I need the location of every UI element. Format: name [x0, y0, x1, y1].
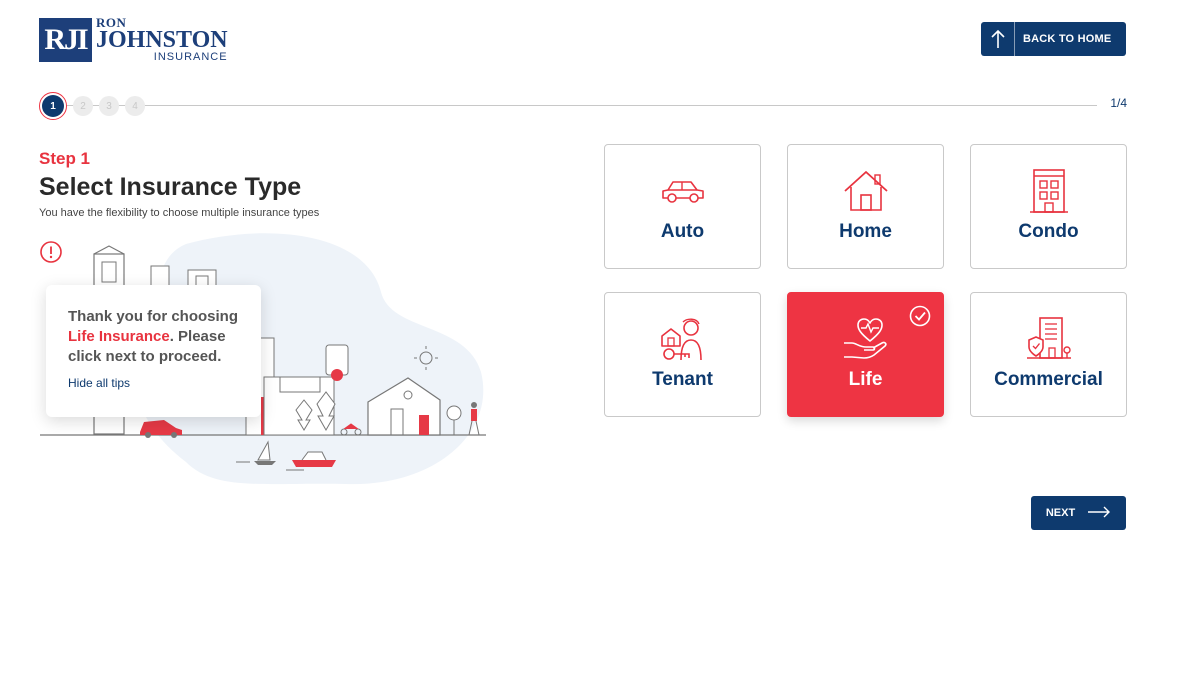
- checkmark-circle-icon: [909, 305, 931, 327]
- page-title: Select Insurance Type: [39, 173, 302, 201]
- page-subtitle: You have the flexibility to choose multi…: [39, 207, 320, 219]
- step-dot-1: 1: [39, 92, 67, 120]
- step-label: Step 1: [39, 149, 91, 168]
- progress-track: [59, 105, 1097, 106]
- back-to-home-label: BACK TO HOME: [1023, 33, 1112, 45]
- commercial-icon: [1025, 315, 1073, 363]
- card-label: Home: [839, 221, 892, 242]
- arrow-right-icon: [1087, 506, 1111, 521]
- heart-hand-icon: [842, 315, 890, 363]
- insurance-card-tenant[interactable]: Tenant: [604, 292, 761, 417]
- next-button[interactable]: NEXT: [1031, 496, 1126, 530]
- insurance-card-home[interactable]: Home: [787, 144, 944, 269]
- step-dot-4: 4: [125, 96, 145, 116]
- car-icon: [659, 167, 707, 215]
- insurance-card-life[interactable]: Life: [787, 292, 944, 417]
- logo-insurance: INSURANCE: [153, 51, 228, 63]
- card-label: Commercial: [994, 369, 1103, 390]
- progress-stepper: 1 2 3 4 1/4: [39, 92, 1127, 120]
- logo-johnston: JOHNSTON: [96, 27, 228, 53]
- tip-highlight: Life Insurance: [68, 328, 170, 345]
- building-icon: [1025, 167, 1073, 215]
- back-to-home-button[interactable]: BACK TO HOME: [981, 22, 1126, 56]
- card-label: Auto: [660, 221, 705, 242]
- card-label: Condo: [1018, 221, 1079, 242]
- tip-card: Thank you for choosing Life Insurance. P…: [46, 285, 261, 417]
- tip-text: Thank you for choosing Life Insurance. P…: [68, 308, 239, 365]
- tenant-icon: [659, 315, 707, 363]
- hide-all-tips-link[interactable]: Hide all tips: [68, 376, 239, 390]
- insurance-card-condo[interactable]: Condo: [970, 144, 1127, 269]
- step-dot-3: 3: [99, 96, 119, 116]
- alert-circle-icon[interactable]: [40, 241, 62, 263]
- card-label: Tenant: [652, 369, 713, 390]
- next-label: NEXT: [1045, 507, 1076, 519]
- insurance-card-auto[interactable]: Auto: [604, 144, 761, 269]
- card-label: Life: [848, 369, 883, 390]
- insurance-card-commercial[interactable]: Commercial: [970, 292, 1127, 417]
- step-dot-2: 2: [73, 96, 93, 116]
- house-icon: [842, 167, 890, 215]
- company-logo[interactable]: RJI RON JOHNSTON INSURANCE: [39, 16, 228, 63]
- arrow-up-icon: [981, 22, 1015, 56]
- progress-count: 1/4: [1102, 96, 1127, 110]
- logo-mark: RJI: [39, 17, 92, 62]
